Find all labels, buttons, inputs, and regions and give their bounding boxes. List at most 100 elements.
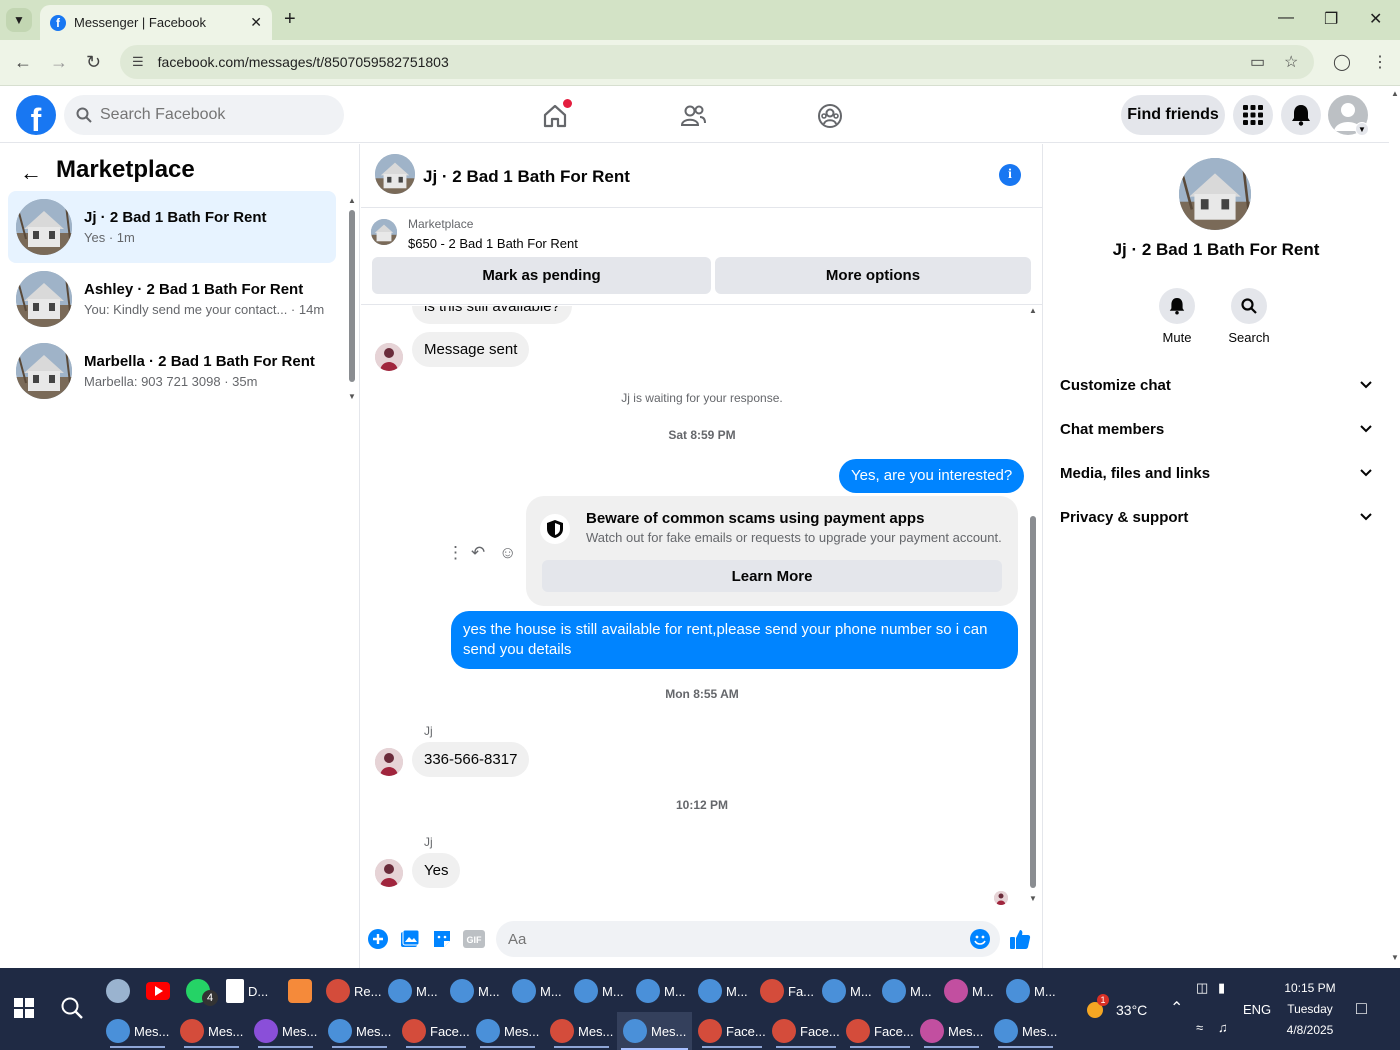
taskbar-app-2[interactable]: M...: [388, 974, 438, 1008]
volume-icon[interactable]: ♫: [1218, 1020, 1228, 1035]
scrollbar-thumb[interactable]: [349, 210, 355, 382]
taskbar-window-10[interactable]: Face...: [846, 1014, 914, 1048]
taskbar-search-icon[interactable]: [60, 996, 84, 1020]
new-tab-icon[interactable]: +: [284, 8, 296, 31]
browser-menu-icon[interactable]: ⋮: [1372, 52, 1388, 72]
photo-icon[interactable]: [399, 928, 421, 950]
tab-close-icon[interactable]: ✕: [250, 14, 262, 31]
chevron-down-icon[interactable]: ▼: [1355, 122, 1369, 136]
taskbar-window-2[interactable]: Mes...: [254, 1014, 317, 1048]
friends-nav[interactable]: [676, 99, 710, 133]
groups-nav[interactable]: [813, 99, 847, 133]
taskbar-app-11[interactable]: M...: [944, 974, 994, 1008]
search-in-chat-button[interactable]: Search: [1219, 288, 1279, 345]
learn-more-button[interactable]: Learn More: [542, 560, 1002, 592]
taskbar-app-8[interactable]: Fa...: [760, 974, 814, 1008]
sticker-icon[interactable]: [431, 928, 453, 950]
tray-device-icon[interactable]: ◫: [1196, 980, 1208, 996]
battery-icon[interactable]: ▮: [1218, 980, 1225, 996]
contact-avatar[interactable]: [375, 748, 403, 776]
wifi-icon[interactable]: ≈: [1196, 1020, 1203, 1035]
info-icon[interactable]: i: [999, 164, 1021, 186]
more-options-button[interactable]: More options: [715, 257, 1031, 294]
gif-icon[interactable]: GIF: [463, 928, 485, 950]
language-indicator[interactable]: ENG: [1243, 1002, 1271, 1017]
taskbar-window-5[interactable]: Mes...: [476, 1014, 539, 1048]
facebook-logo-icon[interactable]: f: [16, 95, 56, 135]
chat-title[interactable]: Jj · 2 Bad 1 Bath For Rent: [423, 167, 630, 187]
forward-icon[interactable]: →: [50, 52, 68, 73]
reply-icon[interactable]: ↶: [471, 543, 485, 563]
chat-scrollbar[interactable]: ▲ ▼: [1027, 306, 1039, 904]
taskbar-app-12[interactable]: M...: [1006, 974, 1056, 1008]
search-input[interactable]: [100, 106, 320, 124]
conversation-item-ashley[interactable]: Ashley · 2 Bad 1 Bath For Rent You: Kind…: [8, 263, 336, 335]
page-scrollbar[interactable]: ▲ ▼: [1389, 87, 1400, 968]
mark-as-pending-button[interactable]: Mark as pending: [372, 257, 711, 294]
conversation-list-scrollbar[interactable]: ▲ ▼: [348, 196, 356, 401]
taskbar-window-4[interactable]: Face...: [402, 1014, 470, 1048]
site-settings-icon[interactable]: ☰: [132, 54, 144, 70]
chat-members-section[interactable]: Chat members: [1060, 409, 1372, 449]
restore-icon[interactable]: ❐: [1324, 9, 1338, 29]
taskbar-app-5[interactable]: M...: [574, 974, 624, 1008]
taskbar-window-9[interactable]: Face...: [772, 1014, 840, 1048]
thumbs-up-icon[interactable]: [1009, 928, 1031, 950]
conversation-item-jj[interactable]: Jj · 2 Bad 1 Bath For Rent Yes · 1m: [8, 191, 336, 263]
scrollbar-thumb[interactable]: [1030, 516, 1036, 888]
privacy-support-section[interactable]: Privacy & support: [1060, 497, 1372, 537]
taskbar-window-0[interactable]: Mes...: [106, 1014, 169, 1048]
chat-avatar[interactable]: [375, 154, 415, 194]
media-files-links-section[interactable]: Media, files and links: [1060, 453, 1372, 493]
tray-chevron-up-icon[interactable]: ⌃: [1170, 998, 1183, 1018]
browser-tab[interactable]: f Messenger | Facebook ✕: [40, 5, 272, 40]
notifications-button[interactable]: [1281, 95, 1321, 135]
taskbar-app-pinned-2[interactable]: [288, 974, 316, 1008]
contact-avatar[interactable]: [375, 343, 403, 371]
react-emoji-icon[interactable]: ☺: [499, 543, 516, 563]
contact-avatar[interactable]: [375, 859, 403, 887]
temperature[interactable]: 33°C: [1116, 1002, 1147, 1018]
taskbar-window-6[interactable]: Mes...: [550, 1014, 613, 1048]
taskbar-window-12[interactable]: Mes...: [994, 1014, 1057, 1048]
menu-button[interactable]: [1233, 95, 1273, 135]
taskbar-app-9[interactable]: M...: [822, 974, 872, 1008]
weather-widget[interactable]: 1: [1084, 994, 1109, 1020]
taskbar-app-pinned[interactable]: [106, 974, 134, 1008]
taskbar-app-4[interactable]: M...: [512, 974, 562, 1008]
conversation-item-marbella[interactable]: Marbella · 2 Bad 1 Bath For Rent Marbell…: [8, 335, 336, 407]
taskbar-app-7[interactable]: M...: [698, 974, 748, 1008]
windows-start-icon[interactable]: [14, 998, 34, 1018]
taskbar-app-0[interactable]: D...: [226, 974, 268, 1008]
minimize-icon[interactable]: —: [1278, 9, 1294, 27]
taskbar-window-7-active[interactable]: Mes...: [617, 1012, 693, 1050]
taskbar-app-youtube[interactable]: [146, 974, 170, 1008]
emoji-icon[interactable]: [969, 928, 991, 950]
listing-thumbnail[interactable]: [371, 219, 397, 245]
taskbar-window-11[interactable]: Mes...: [920, 1014, 983, 1048]
taskbar-window-3[interactable]: Mes...: [328, 1014, 391, 1048]
notification-center-icon[interactable]: □: [1356, 998, 1367, 1019]
find-friends-button[interactable]: Find friends: [1121, 95, 1225, 135]
taskbar-app-whatsapp[interactable]: 4: [186, 974, 218, 1008]
listing-price-title[interactable]: $650 - 2 Bad 1 Bath For Rent: [408, 236, 578, 251]
facebook-search-box[interactable]: [64, 95, 344, 135]
taskbar-window-8[interactable]: Face...: [698, 1014, 766, 1048]
profile-icon[interactable]: ◯: [1333, 52, 1351, 72]
back-arrow-icon[interactable]: ←: [20, 160, 42, 186]
address-bar[interactable]: ☰ facebook.com/messages/t/85070595827518…: [120, 45, 1314, 79]
home-nav[interactable]: [538, 99, 572, 133]
window-close-icon[interactable]: ✕: [1369, 9, 1382, 29]
reload-icon[interactable]: ↻: [86, 52, 101, 73]
customize-chat-section[interactable]: Customize chat: [1060, 365, 1372, 405]
message-input[interactable]: [496, 921, 1000, 957]
back-icon[interactable]: ←: [14, 52, 32, 73]
plus-circle-icon[interactable]: [367, 928, 389, 950]
taskbar-app-6[interactable]: M...: [636, 974, 686, 1008]
install-app-icon[interactable]: ▭: [1250, 52, 1265, 72]
taskbar-app-10[interactable]: M...: [882, 974, 932, 1008]
tab-search-chevron-icon[interactable]: ▼: [6, 8, 32, 32]
taskbar-app-1[interactable]: Re...: [326, 974, 381, 1008]
contact-profile-picture[interactable]: [1179, 158, 1251, 230]
more-actions-icon[interactable]: ⋮: [447, 543, 464, 563]
